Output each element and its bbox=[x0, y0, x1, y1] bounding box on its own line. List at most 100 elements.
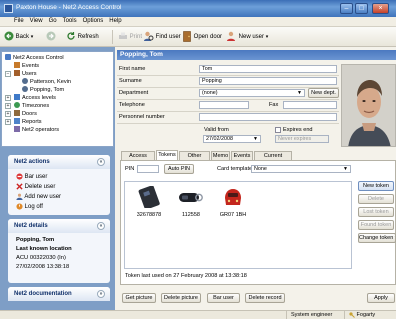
menu-help[interactable]: Help bbox=[106, 17, 124, 24]
telephone-field[interactable] bbox=[199, 101, 249, 109]
delete-picture-button[interactable]: Delete picture bbox=[161, 293, 201, 303]
action-log-off[interactable]: Log off bbox=[8, 202, 110, 212]
details-panel-header[interactable]: Net2 details « bbox=[8, 219, 110, 233]
collapse-chevron-icon[interactable]: « bbox=[97, 222, 105, 230]
back-button[interactable]: Back ▾ bbox=[4, 31, 33, 43]
door-icon bbox=[183, 31, 191, 42]
auto-pin-button[interactable]: Auto PIN bbox=[164, 164, 194, 174]
lost-token-button[interactable]: Lost token bbox=[358, 207, 394, 217]
toolbar-separator bbox=[112, 30, 113, 44]
detail-datetime: 27/02/2008 13:38:18 bbox=[16, 264, 70, 270]
print-button[interactable]: Print bbox=[118, 31, 142, 43]
expand-toggle[interactable]: + bbox=[5, 119, 11, 125]
doors-icon bbox=[14, 110, 20, 116]
expand-toggle[interactable]: + bbox=[5, 111, 11, 117]
token-item-fob[interactable]: 112558 bbox=[171, 186, 211, 218]
tab-access-rights[interactable]: Access rights bbox=[121, 151, 155, 168]
dropdown-arrow-icon: ▼ bbox=[297, 90, 302, 96]
print-label: Print bbox=[129, 34, 143, 40]
divider bbox=[117, 123, 339, 124]
card-template-select[interactable]: None ▼ bbox=[251, 165, 351, 173]
tab-other-details[interactable]: Other details bbox=[179, 151, 210, 168]
action-delete-user[interactable]: Delete user bbox=[8, 182, 110, 192]
back-arrow-icon bbox=[4, 31, 14, 41]
fax-field[interactable] bbox=[283, 101, 337, 109]
tab-tokens[interactable]: Tokens bbox=[156, 150, 178, 160]
surname-label: Surname bbox=[119, 78, 142, 84]
tree-item-reports[interactable]: Reports bbox=[14, 118, 42, 126]
menu-view[interactable]: View bbox=[27, 17, 46, 24]
app-icon bbox=[4, 4, 13, 13]
expires-checkbox[interactable] bbox=[275, 127, 281, 133]
tree-item-timezones[interactable]: Timezones bbox=[14, 102, 49, 110]
action-bar-user[interactable]: Bar user bbox=[8, 172, 110, 182]
documentation-panel-header[interactable]: Net2 documentation » bbox=[8, 287, 110, 301]
tree-item-net2-operators[interactable]: Net2 operators bbox=[14, 126, 59, 134]
tab-events[interactable]: Events bbox=[231, 151, 253, 160]
new-user-button[interactable]: New user ▾ bbox=[226, 31, 268, 43]
card-template-value: None bbox=[254, 166, 267, 172]
menu-file[interactable]: File bbox=[0, 17, 27, 24]
tree-item-users[interactable]: Users bbox=[14, 70, 37, 78]
tree-item-patterson-kevin[interactable]: Patterson, Kevin bbox=[22, 78, 71, 86]
token-number: GR07 1BH bbox=[219, 212, 247, 218]
tree-item-label: Doors bbox=[22, 111, 37, 117]
events-icon bbox=[14, 62, 20, 68]
expand-toggle[interactable]: + bbox=[5, 103, 11, 109]
divider bbox=[117, 87, 339, 88]
get-picture-button[interactable]: Get picture bbox=[122, 293, 156, 303]
collapse-toggle[interactable]: − bbox=[5, 71, 11, 77]
token-item-tag[interactable]: GR07 1BH bbox=[213, 186, 253, 218]
expand-toggle[interactable]: + bbox=[5, 95, 11, 101]
valid-from-label: Valid from bbox=[204, 127, 229, 133]
apply-button[interactable]: Apply bbox=[367, 293, 395, 303]
valid-from-field[interactable]: 27/02/2008 ▼ bbox=[203, 135, 261, 143]
menu-tools[interactable]: Tools bbox=[60, 17, 80, 24]
expires-date-field[interactable]: Never expires bbox=[275, 135, 329, 143]
token-item-card[interactable]: 32678878 bbox=[129, 185, 169, 218]
forward-button[interactable] bbox=[46, 31, 56, 43]
tokens-tab-page: PIN Auto PIN Card template None ▼ 3267887… bbox=[120, 160, 396, 285]
printer-icon bbox=[119, 32, 127, 40]
proximity-card-icon bbox=[138, 185, 160, 210]
tree-item-popping-tom[interactable]: Popping, Tom bbox=[22, 86, 64, 94]
menu-options[interactable]: Options bbox=[80, 17, 107, 24]
valid-from-value: 27/02/2008 bbox=[206, 136, 233, 142]
tab-memo[interactable]: Memo bbox=[211, 151, 230, 160]
expand-chevron-icon[interactable]: » bbox=[97, 290, 105, 298]
collapse-chevron-icon[interactable]: « bbox=[97, 158, 105, 166]
actions-panel-header[interactable]: Net2 actions « bbox=[8, 155, 110, 169]
access-levels-icon bbox=[14, 94, 20, 100]
tree-item-label: Access levels bbox=[22, 95, 56, 101]
action-label: Delete user bbox=[24, 184, 56, 190]
tab-current-validity[interactable]: Current validity bbox=[254, 151, 292, 168]
minimize-button[interactable]: – bbox=[340, 3, 353, 14]
surname-field[interactable]: Popping bbox=[199, 77, 337, 85]
change-token-type-button[interactable]: Change token type bbox=[358, 233, 396, 243]
maximize-button[interactable]: □ bbox=[355, 3, 368, 14]
users-icon bbox=[14, 70, 20, 76]
action-add-new-user[interactable]: Add new user bbox=[8, 192, 110, 202]
found-token-button[interactable]: Found token bbox=[358, 220, 394, 230]
delete-record-button[interactable]: Delete record bbox=[245, 293, 285, 303]
user-icon bbox=[22, 78, 28, 84]
refresh-button[interactable]: Refresh bbox=[66, 31, 99, 43]
new-token-button[interactable]: New token bbox=[358, 181, 394, 191]
first-name-field[interactable]: Tom bbox=[199, 65, 337, 73]
personnel-number-field[interactable] bbox=[199, 113, 337, 121]
new-dept-button[interactable]: New dept. bbox=[308, 88, 339, 98]
delete-token-button[interactable]: Delete bbox=[358, 194, 394, 204]
tree-item-events[interactable]: Events bbox=[14, 62, 39, 70]
close-button[interactable]: × bbox=[372, 3, 389, 14]
tree-item-access-levels[interactable]: Access levels bbox=[14, 94, 56, 102]
open-door-button[interactable]: Open door bbox=[182, 31, 222, 43]
tree-root[interactable]: Net2 Access Control bbox=[5, 54, 64, 62]
bar-user-button[interactable]: Bar user bbox=[207, 293, 240, 303]
token-last-used-text: Token last used on 27 February 2008 at 1… bbox=[125, 273, 247, 279]
pin-field[interactable] bbox=[137, 165, 159, 173]
detail-user-name: Popping, Tom bbox=[16, 237, 55, 243]
tree-item-doors[interactable]: Doors bbox=[14, 110, 37, 118]
menu-go[interactable]: Go bbox=[46, 17, 60, 24]
department-select[interactable]: (none) ▼ bbox=[199, 89, 305, 97]
find-user-button[interactable]: Find user bbox=[143, 31, 181, 43]
